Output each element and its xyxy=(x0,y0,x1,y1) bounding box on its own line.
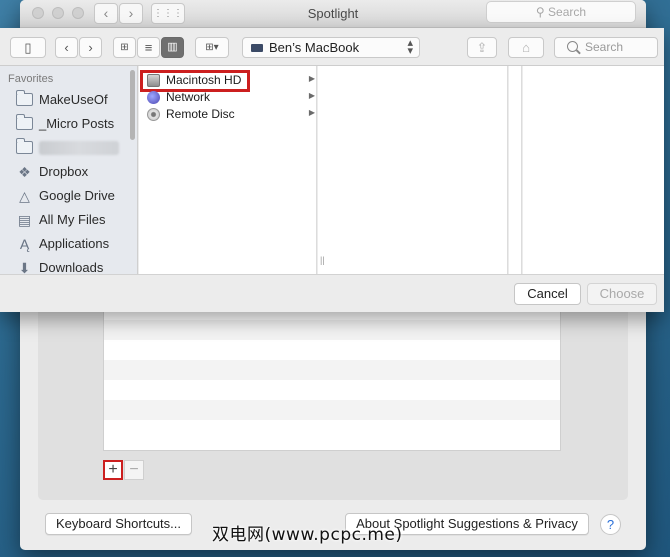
dialog-search-placeholder: Search xyxy=(585,40,624,54)
sidebar-item-micro-posts[interactable]: _Micro Posts xyxy=(16,114,132,136)
tag-icon[interactable]: ⌂ xyxy=(508,37,544,58)
help-button[interactable]: ? xyxy=(600,514,621,535)
open-folder-dialog: ▯ ‹ › ⊞ ≡ ▥ ⊞▾ Ben’s MacBook ▴ ▾ ⇪ ⌂ Sear… xyxy=(0,28,664,312)
sidebar-item-applications[interactable]: Ą Applications xyxy=(16,234,132,256)
sidebar-item-google-drive[interactable]: △ Google Drive xyxy=(16,186,132,208)
laptop-icon xyxy=(251,44,263,52)
list-row xyxy=(104,340,560,360)
column-item-network[interactable]: Network ▶ xyxy=(139,89,317,106)
dialog-sidebar: Favorites MakeUseOf _Micro Posts ❖ Dropb… xyxy=(0,66,138,274)
back-arrow-icon[interactable]: ‹ xyxy=(55,37,78,58)
sidebar-item-label: All My Files xyxy=(39,212,106,227)
dropbox-icon: ❖ xyxy=(18,164,31,180)
sidebar-item-dropbox[interactable]: ❖ Dropbox xyxy=(16,162,132,184)
prefs-search-input[interactable]: ⚲ Search xyxy=(486,1,636,23)
privacy-exclusion-list[interactable] xyxy=(103,300,561,451)
sidebar-item-all-my-files[interactable]: ▤ All My Files xyxy=(16,210,132,232)
list-row xyxy=(104,360,560,380)
list-row xyxy=(104,380,560,400)
cancel-button[interactable]: Cancel xyxy=(514,283,581,305)
folder-icon xyxy=(16,90,33,106)
google-drive-icon: △ xyxy=(19,188,30,204)
choose-button[interactable]: Choose xyxy=(587,283,657,305)
all-files-icon: ▤ xyxy=(17,212,32,228)
gallery-view-icon[interactable]: ⊞▾ xyxy=(195,37,229,58)
sidebar-item-label: Dropbox xyxy=(39,164,89,179)
browser-column-2 xyxy=(318,66,508,274)
location-popup[interactable]: Ben’s MacBook ▴ ▾ xyxy=(242,37,420,58)
dialog-footer: Cancel Choose xyxy=(0,274,664,312)
list-row xyxy=(104,400,560,420)
column-item-remote-disc[interactable]: Remote Disc ▶ xyxy=(139,106,317,123)
sidebar-item-label: Google Drive xyxy=(39,188,115,203)
icon-view-icon[interactable]: ⊞ xyxy=(113,37,136,58)
remote-disc-icon xyxy=(147,108,160,121)
blurred-label xyxy=(39,141,119,155)
downloads-icon: ⬇ xyxy=(18,260,31,274)
chevron-updown-icon: ▴ ▾ xyxy=(407,37,413,57)
browser-column-4 xyxy=(523,66,664,274)
folder-icon xyxy=(16,138,33,154)
disclosure-arrow-icon: ▶ xyxy=(308,91,315,100)
keyboard-shortcuts-button[interactable]: Keyboard Shortcuts... xyxy=(45,513,192,535)
list-row xyxy=(104,420,560,440)
browser-column-1: Macintosh HD ▶ Network ▶ Remote Disc ▶ xyxy=(139,66,317,274)
prefs-search-placeholder: Search xyxy=(548,5,587,19)
column-view-icon[interactable]: ▥ xyxy=(161,37,184,58)
column-item-label: Remote Disc xyxy=(166,107,235,121)
search-icon: ⚲ xyxy=(535,5,549,19)
folder-icon xyxy=(16,114,33,130)
browser-column-3 xyxy=(509,66,522,274)
add-location-button[interactable]: + xyxy=(103,460,123,480)
sidebar-item-label: _Micro Posts xyxy=(39,116,115,131)
remove-location-button[interactable]: − xyxy=(124,460,144,480)
sidebar-item-label: Applications xyxy=(39,236,110,251)
share-icon[interactable]: ⇪ xyxy=(467,37,497,58)
column-item-label: Macintosh HD xyxy=(166,73,242,87)
watermark-text: 双电网(www.pcpc.me) xyxy=(212,525,403,545)
location-label: Ben’s MacBook xyxy=(269,40,360,55)
network-icon xyxy=(147,91,160,104)
sidebar-item-makeuseof[interactable]: MakeUseOf xyxy=(16,90,132,112)
sidebar-item-label: MakeUseOf xyxy=(39,92,108,107)
forward-arrow-icon[interactable]: › xyxy=(79,37,102,58)
sidebar-item-downloads[interactable]: ⬇ Downloads xyxy=(16,258,132,274)
sidebar-scrollbar[interactable] xyxy=(130,70,135,140)
applications-icon: Ą xyxy=(19,236,30,252)
hard-disk-icon xyxy=(147,74,160,87)
sidebar-item-blurred-folder[interactable] xyxy=(16,138,132,160)
column-item-label: Network xyxy=(166,90,211,104)
dialog-toolbar: ▯ ‹ › ⊞ ≡ ▥ ⊞▾ Ben’s MacBook ▴ ▾ ⇪ ⌂ Sear… xyxy=(0,28,664,66)
favorites-heading: Favorites xyxy=(8,73,54,85)
dialog-search-input[interactable]: Search xyxy=(554,37,658,58)
column-resize-handle[interactable]: || xyxy=(320,255,325,265)
disclosure-arrow-icon: ▶ xyxy=(308,74,315,83)
column-item-macintosh-hd[interactable]: Macintosh HD ▶ xyxy=(139,70,317,92)
prefs-titlebar: ‹ › ⋮⋮⋮ Spotlight ⚲ Search xyxy=(20,0,646,28)
sidebar-toggle-icon[interactable]: ▯ xyxy=(10,37,46,58)
list-row xyxy=(104,320,560,340)
search-icon xyxy=(567,41,578,52)
list-view-icon[interactable]: ≡ xyxy=(137,37,160,58)
sidebar-item-label: Downloads xyxy=(39,260,104,274)
disclosure-arrow-icon: ▶ xyxy=(308,108,315,117)
